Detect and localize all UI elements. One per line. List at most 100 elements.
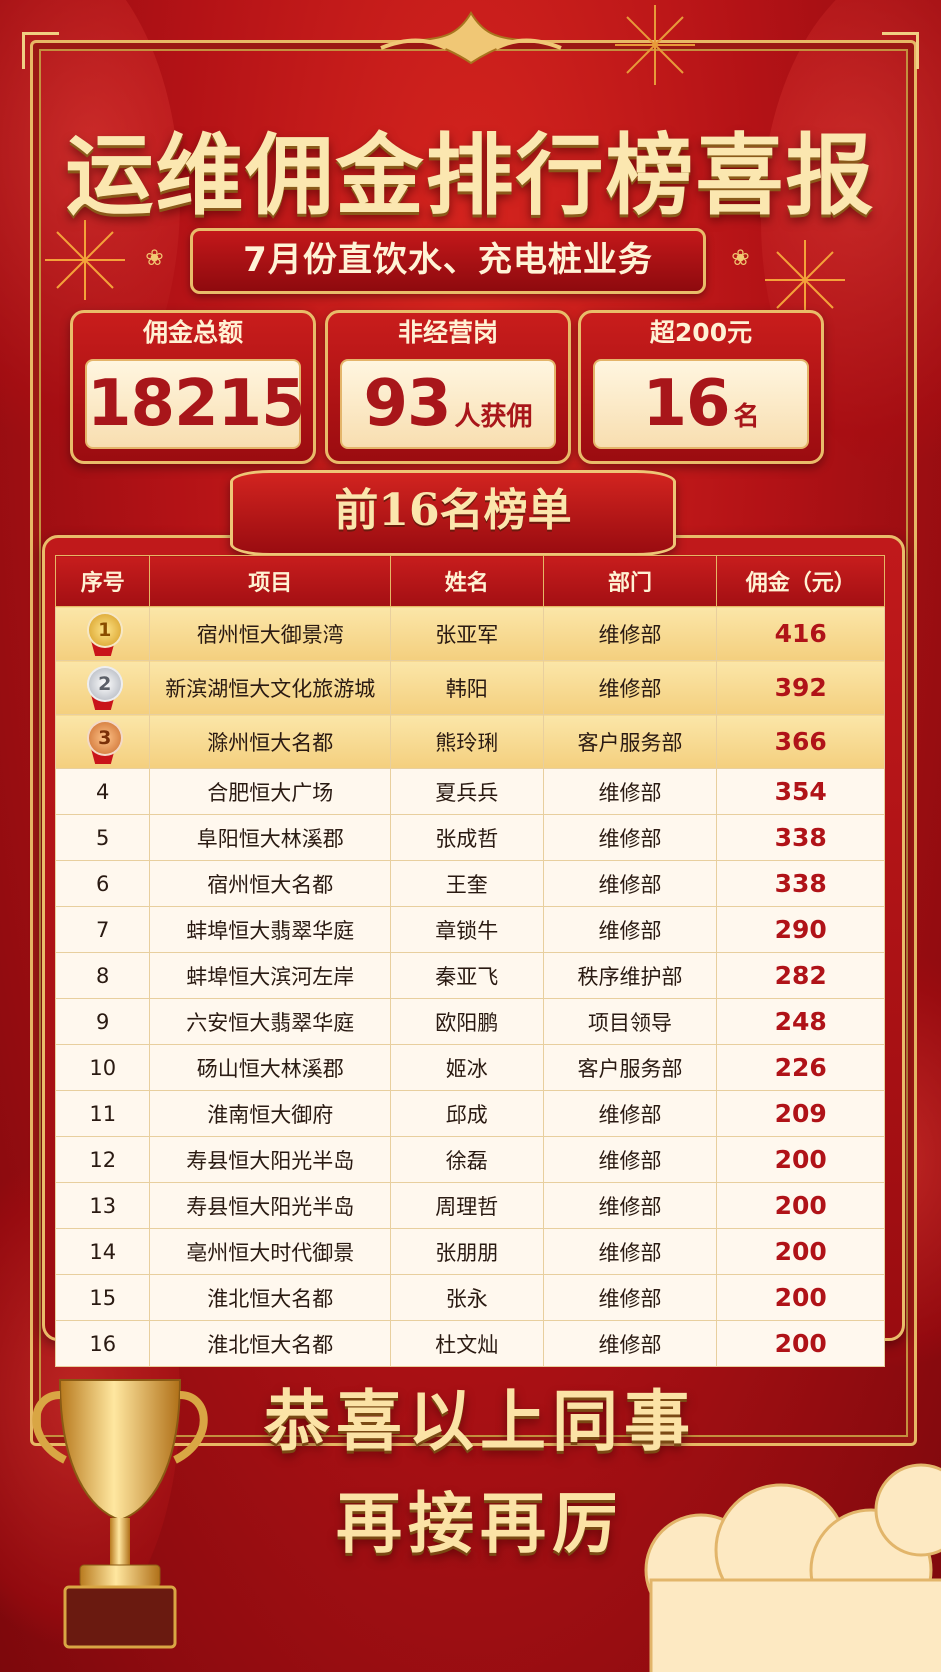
rank-cell: 15 (54, 1274, 151, 1321)
project-cell: 淮南恒大御府 (149, 1090, 392, 1137)
name-cell: 周理哲 (390, 1182, 544, 1229)
project-cell: 阜阳恒大林溪郡 (149, 814, 392, 861)
stat-value: 93 (363, 367, 451, 441)
table-row: 9 六安恒大翡翠华庭 欧阳鹏 项目领导 248 (54, 998, 885, 1045)
name-cell: 夏兵兵 (390, 768, 544, 815)
table-row: 10 砀山恒大林溪郡 姬冰 客户服务部 226 (54, 1044, 885, 1091)
department-cell: 项目领导 (542, 998, 718, 1045)
project-cell: 亳州恒大时代御景 (149, 1228, 392, 1275)
footer-congrats: 恭喜以上同事 (264, 1382, 696, 1460)
name-cell: 秦亚飞 (390, 952, 544, 999)
commission-cell: 282 (716, 952, 885, 999)
column-header-commission: 佣金（元） (716, 555, 885, 607)
project-cell: 合肥恒大广场 (149, 768, 392, 815)
frame-corner-ornament (22, 32, 59, 69)
department-cell: 客户服务部 (542, 1044, 718, 1091)
project-cell: 寿县恒大阳光半岛 (149, 1182, 392, 1229)
gold-medal-icon: 1 (84, 611, 123, 656)
project-cell: 寿县恒大阳光半岛 (149, 1136, 392, 1183)
ranking-banner: 前16名榜单 (173, 470, 733, 556)
rank-cell: 3 (54, 714, 151, 769)
project-cell: 蚌埠恒大翡翠华庭 (149, 906, 392, 953)
commission-cell: 354 (716, 768, 885, 815)
name-cell: 邱成 (390, 1090, 544, 1137)
name-cell: 熊玲琍 (390, 714, 544, 769)
stat-panel: 93 人获佣 (340, 359, 556, 449)
table-row: 2 新滨湖恒大文化旅游城 韩阳 维修部 392 (54, 660, 885, 715)
stat-label: 佣金总额 (142, 318, 243, 347)
commission-cell: 200 (716, 1136, 885, 1183)
commission-cell: 366 (716, 714, 885, 769)
stat-card-non-business: 非经营岗 93 人获佣 (325, 310, 571, 464)
rank-cell: 5 (54, 814, 151, 861)
stat-label: 非经营岗 (397, 318, 498, 347)
rank-cell: 12 (54, 1136, 151, 1183)
rank-cell: 10 (54, 1044, 151, 1091)
commission-cell: 392 (716, 660, 885, 715)
stat-panel: 16 名 (593, 359, 809, 449)
column-header-rank: 序号 (54, 555, 151, 607)
department-cell: 维修部 (542, 768, 718, 815)
silver-medal-icon: 2 (84, 665, 123, 710)
name-cell: 章锁牛 (390, 906, 544, 953)
project-cell: 砀山恒大林溪郡 (149, 1044, 392, 1091)
commission-cell: 248 (716, 998, 885, 1045)
name-cell: 张成哲 (390, 814, 544, 861)
bronze-medal-icon: 3 (84, 719, 123, 764)
table-row: 3 滁州恒大名都 熊玲琍 客户服务部 366 (54, 714, 885, 769)
commission-cell: 226 (716, 1044, 885, 1091)
table-row: 12 寿县恒大阳光半岛 徐磊 维修部 200 (54, 1136, 885, 1183)
department-cell: 维修部 (542, 1274, 718, 1321)
department-cell: 维修部 (542, 606, 718, 661)
rank-cell: 6 (54, 860, 151, 907)
name-cell: 徐磊 (390, 1136, 544, 1183)
commission-cell: 200 (716, 1320, 885, 1367)
commission-cell: 338 (716, 860, 885, 907)
trophy-icon (32, 1379, 208, 1649)
banner-wing-ornament: ❀ (731, 246, 751, 271)
rank-cell: 2 (54, 660, 151, 715)
table-header-row: 序号 项目 姓名 部门 佣金（元） (54, 555, 885, 607)
commission-cell: 290 (716, 906, 885, 953)
rank-cell: 1 (54, 606, 151, 661)
table-row: 11 淮南恒大御府 邱成 维修部 209 (54, 1090, 885, 1137)
firework-icon (615, 5, 695, 85)
table-row: 13 寿县恒大阳光半岛 周理哲 维修部 200 (54, 1182, 885, 1229)
department-cell: 维修部 (542, 1320, 718, 1367)
department-cell: 维修部 (542, 660, 718, 715)
frame-corner-ornament (882, 32, 919, 69)
stat-card-over-200: 超200元 16 名 (578, 310, 824, 464)
crown-ornament-icon (379, 11, 562, 65)
commission-cell: 200 (716, 1274, 885, 1321)
stat-value: 16 (642, 367, 730, 441)
department-cell: 客户服务部 (542, 714, 718, 769)
column-header-name: 姓名 (390, 555, 544, 607)
banner-wing-ornament: ❀ (145, 246, 165, 271)
ranking-title: 前16名榜单 (334, 485, 572, 536)
department-cell: 维修部 (542, 814, 718, 861)
rank-cell: 7 (54, 906, 151, 953)
name-cell: 王奎 (390, 860, 544, 907)
project-cell: 六安恒大翡翠华庭 (149, 998, 392, 1045)
name-cell: 韩阳 (390, 660, 544, 715)
table-row: 7 蚌埠恒大翡翠华庭 章锁牛 维修部 290 (54, 906, 885, 953)
stat-unit: 名 (733, 402, 760, 432)
ranking-table: 序号 项目 姓名 部门 佣金（元） 1 宿州恒大御景湾 张亚军 维修部 416 (54, 555, 885, 1367)
stat-card-total: 佣金总额 18215 (70, 310, 316, 464)
department-cell: 秩序维护部 (542, 952, 718, 999)
name-cell: 欧阳鹏 (390, 998, 544, 1045)
subtitle-text: 7月份直饮水、充电桩业务 (243, 240, 653, 280)
project-cell: 宿州恒大御景湾 (149, 606, 392, 661)
project-cell: 新滨湖恒大文化旅游城 (149, 660, 392, 715)
table-row: 15 淮北恒大名都 张永 维修部 200 (54, 1274, 885, 1321)
commission-cell: 200 (716, 1182, 885, 1229)
name-cell: 张永 (390, 1274, 544, 1321)
commission-cell: 338 (716, 814, 885, 861)
rank-cell: 8 (54, 952, 151, 999)
table-row: 6 宿州恒大名都 王奎 维修部 338 (54, 860, 885, 907)
name-cell: 张亚军 (390, 606, 544, 661)
department-cell: 维修部 (542, 1228, 718, 1275)
column-header-project: 项目 (149, 555, 392, 607)
subtitle-banner: ❀ 7月份直饮水、充电桩业务 ❀ (145, 228, 750, 294)
department-cell: 维修部 (542, 1136, 718, 1183)
